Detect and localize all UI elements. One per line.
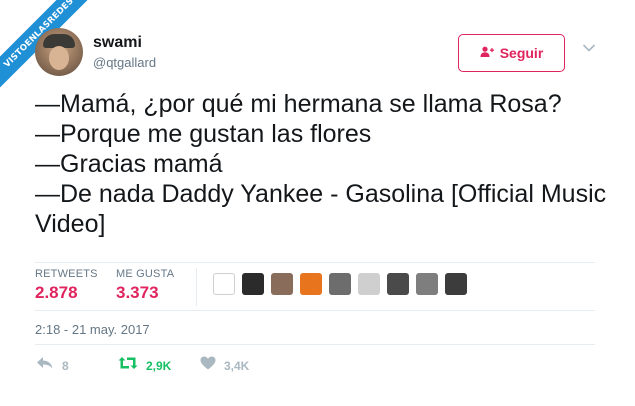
user-plus-icon [480, 46, 494, 60]
chevron-down-icon[interactable] [582, 42, 596, 56]
liker-avatar[interactable] [242, 273, 264, 295]
divider [35, 310, 595, 311]
user-name[interactable]: swami [93, 34, 142, 52]
timestamp[interactable]: 2:18 - 21 may. 2017 [35, 322, 150, 337]
likes-value: 3.373 [116, 283, 159, 302]
retweet-icon [118, 356, 138, 375]
follow-button[interactable]: Seguir [458, 34, 565, 72]
tweet-line: —Gracias mamá [35, 150, 223, 178]
liker-avatar[interactable] [416, 273, 438, 295]
retweet-count: 2,9K [146, 358, 172, 373]
liker-avatar[interactable] [387, 273, 409, 295]
likes-stat[interactable]: ME GUSTA 3.373 [116, 268, 174, 303]
tweet-text: —Mamá, ¿por qué mi hermana se llama Rosa… [35, 89, 610, 239]
liker-avatar[interactable] [358, 273, 380, 295]
liker-avatar[interactable] [445, 273, 467, 295]
tweet-line: —De nada Daddy Yankee - Gasolina [Offici… [35, 180, 607, 238]
like-count: 3,4K [224, 358, 250, 373]
reply-count: 8 [62, 358, 69, 373]
liker-avatars [213, 273, 467, 295]
avatar[interactable] [35, 28, 83, 76]
avatar-face [49, 46, 69, 70]
retweets-stat[interactable]: RETWEETS 2.878 [35, 268, 98, 303]
user-handle[interactable]: @qtgallard [93, 55, 156, 70]
liker-avatar[interactable] [213, 273, 235, 295]
follow-button-label: Seguir [499, 45, 544, 61]
divider [35, 262, 595, 263]
reply-icon [36, 356, 54, 375]
liker-avatar[interactable] [271, 273, 293, 295]
tweet-line: —Porque me gustan las flores [35, 120, 372, 148]
stats-separator [196, 268, 197, 306]
retweets-label: RETWEETS [35, 268, 98, 280]
retweet-button[interactable]: 2,9K [118, 356, 171, 375]
liker-avatar[interactable] [300, 273, 322, 295]
reply-button[interactable]: 8 [36, 356, 69, 375]
divider [35, 344, 595, 345]
like-button[interactable]: 3,4K [200, 356, 249, 375]
retweets-value: 2.878 [35, 283, 78, 302]
liker-avatar[interactable] [329, 273, 351, 295]
heart-icon [200, 356, 216, 375]
tweet-line: —Mamá, ¿por qué mi hermana se llama Rosa… [35, 90, 562, 118]
likes-label: ME GUSTA [116, 268, 175, 280]
